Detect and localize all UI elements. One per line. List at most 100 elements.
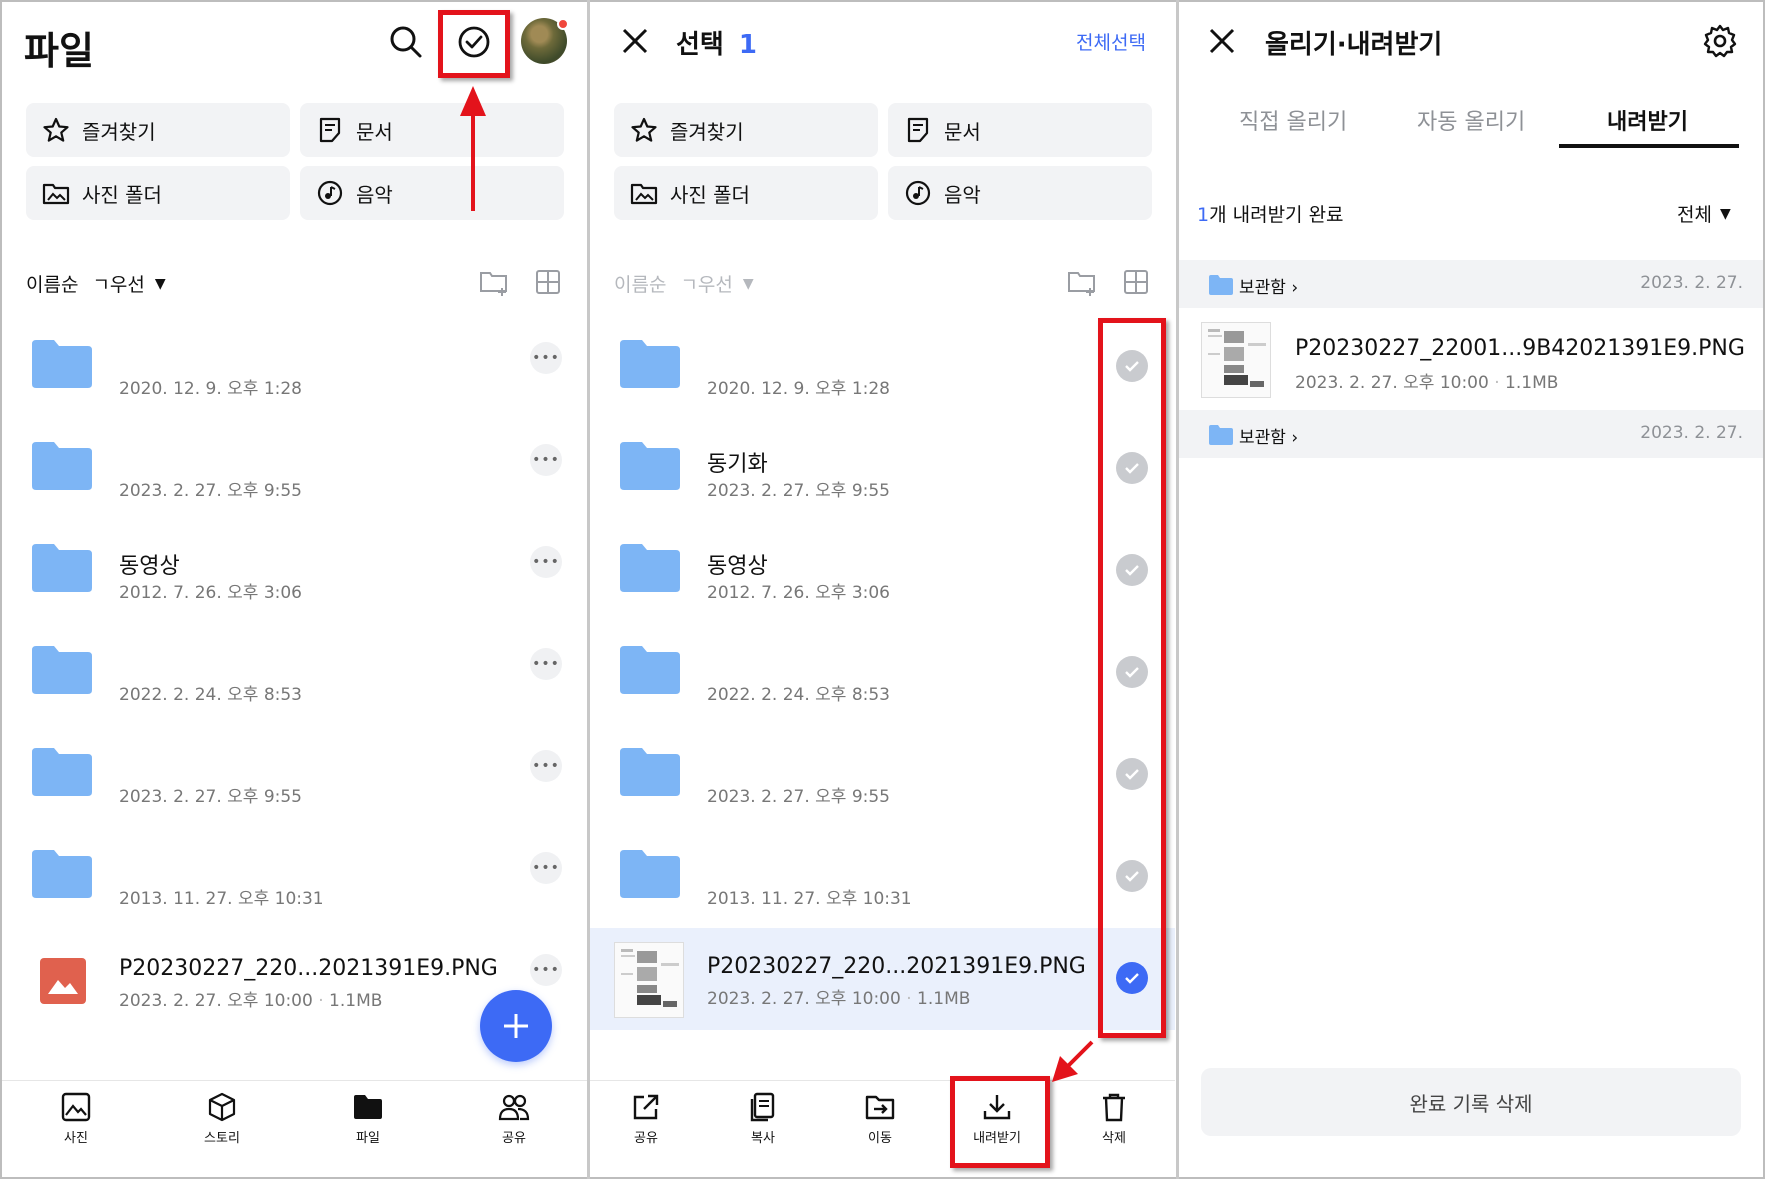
list-item[interactable]: 2020. 12. 9. 오후 1:28: [590, 318, 1175, 420]
folder-icon: [620, 442, 680, 490]
grid-view-icon: [1124, 270, 1148, 294]
close-icon[interactable]: [1205, 24, 1239, 58]
grid-view-icon[interactable]: [532, 266, 564, 298]
filter-dropdown[interactable]: 전체 ▼: [1677, 200, 1731, 227]
tab-auto-upload[interactable]: 자동 올리기: [1417, 104, 1525, 136]
caret-down-icon: ▼: [742, 275, 754, 292]
list-item[interactable]: 2013. 11. 27. 오후 10:31: [590, 828, 1175, 930]
tab-download[interactable]: 내려받기: [1607, 104, 1688, 136]
new-folder-icon[interactable]: [478, 266, 510, 298]
notification-dot: [557, 18, 569, 30]
tab-direct-upload[interactable]: 직접 올리기: [1239, 104, 1347, 136]
folder-filled-icon: [354, 1095, 382, 1119]
more-options-button[interactable]: •••: [530, 342, 562, 374]
list-item[interactable]: 동영상 2012. 7. 26. 오후 3:06 •••: [2, 522, 587, 624]
action-copy-label: 복사: [751, 1131, 775, 1146]
star-icon: [43, 117, 69, 142]
sort-control: 이름순 ㄱ우선 ▼: [614, 270, 754, 297]
item-date: 2023. 2. 27. 오후 10:00 · 1.1MB: [1295, 373, 1559, 393]
more-options-button[interactable]: •••: [530, 648, 562, 680]
list-item[interactable]: 2023. 2. 27. 오후 9:55 •••: [2, 420, 587, 522]
folder-icon: [620, 544, 680, 592]
quick-photo-folder-label: 사진 폴더: [82, 182, 162, 207]
sort-order-label: 이름순: [26, 274, 79, 296]
quick-music-label: 음악: [944, 182, 981, 207]
star-icon: [631, 117, 657, 142]
transfer-tabs: 직접 올리기 자동 올리기 내려받기: [1179, 92, 1763, 150]
action-delete[interactable]: 삭제: [1074, 1091, 1154, 1146]
more-options-button[interactable]: •••: [530, 444, 562, 476]
quick-documents-button[interactable]: 문서: [888, 103, 1152, 157]
item-name: 동영상: [119, 554, 180, 579]
document-icon: [907, 117, 929, 143]
select-all-button[interactable]: 전체선택: [1076, 28, 1146, 55]
more-options-button[interactable]: •••: [530, 954, 562, 986]
image-thumbnail: [614, 942, 684, 1018]
item-date: 2023. 2. 27. 오후 9:55: [119, 481, 302, 501]
clear-history-button[interactable]: 완료 기록 삭제: [1201, 1068, 1741, 1136]
item-date: 2023. 2. 27. 오후 10:00 · 1.1MB: [119, 991, 383, 1011]
quick-documents-button[interactable]: 문서: [300, 103, 564, 157]
filter-label: 전체: [1677, 204, 1712, 226]
nav-photos[interactable]: 사진: [36, 1091, 116, 1146]
group-header[interactable]: 보관함 › 2023. 2. 27.: [1179, 410, 1763, 458]
item-name: 동영상: [707, 554, 768, 579]
cube-icon: [208, 1092, 236, 1122]
item-name: 동기화: [707, 452, 768, 477]
highlight-box: [438, 10, 510, 78]
list-item[interactable]: 2022. 2. 24. 오후 8:53: [590, 624, 1175, 726]
quick-photo-folder-button[interactable]: 사진 폴더: [26, 166, 290, 220]
folder-icon: [620, 340, 680, 388]
quick-music-button[interactable]: 음악: [300, 166, 564, 220]
group-name: 보관함 ›: [1239, 278, 1299, 298]
quick-music-button[interactable]: 음악: [888, 166, 1152, 220]
bottom-nav: 사진 스토리 파일 공유: [2, 1080, 587, 1177]
action-share[interactable]: 공유: [606, 1091, 686, 1146]
sort-control[interactable]: 이름순 ㄱ우선 ▼: [26, 270, 166, 297]
list-item[interactable]: 2023. 2. 27. 오후 9:55 •••: [2, 726, 587, 828]
list-item[interactable]: 동기화 2023. 2. 27. 오후 9:55: [590, 420, 1175, 522]
list-item[interactable]: 동영상 2012. 7. 26. 오후 3:06: [590, 522, 1175, 624]
list-item-selected[interactable]: P20230227_220...2021391E9.PNG 2023. 2. 2…: [590, 928, 1175, 1030]
list-item[interactable]: 2022. 2. 24. 오후 8:53 •••: [2, 624, 587, 726]
more-options-button[interactable]: •••: [530, 852, 562, 884]
list-item[interactable]: 2013. 11. 27. 오후 10:31 •••: [2, 828, 587, 930]
list-item[interactable]: 2023. 2. 27. 오후 9:55: [590, 726, 1175, 828]
people-icon: [498, 1094, 530, 1121]
item-date: 2013. 11. 27. 오후 10:31: [707, 889, 912, 909]
folder-icon: [620, 646, 680, 694]
add-button[interactable]: [480, 990, 552, 1062]
page-title: 올리기·내려받기: [1265, 30, 1443, 60]
gear-icon[interactable]: [1701, 22, 1739, 60]
item-date: 2013. 11. 27. 오후 10:31: [119, 889, 324, 909]
search-icon[interactable]: [386, 22, 426, 62]
close-icon[interactable]: [618, 24, 652, 58]
nav-files-label: 파일: [356, 1131, 380, 1146]
nav-share[interactable]: 공유: [474, 1091, 554, 1146]
list-item[interactable]: 2020. 12. 9. 오후 1:28 •••: [2, 318, 587, 420]
select-panel: 선택 1 전체선택 즐겨찾기 문서 사진 폴더 음악 이름순 ㄱ우선 ▼ 202…: [590, 2, 1175, 1177]
more-options-button[interactable]: •••: [530, 546, 562, 578]
folder-icon: [32, 646, 92, 694]
quick-favorites-button[interactable]: 즐겨찾기: [26, 103, 290, 157]
action-copy[interactable]: 복사: [723, 1091, 803, 1146]
quick-favorites-label: 즐겨찾기: [82, 119, 156, 144]
selected-count: 1: [738, 30, 757, 60]
quick-favorites-button[interactable]: 즐겨찾기: [614, 103, 878, 157]
quick-photo-folder-button[interactable]: 사진 폴더: [614, 166, 878, 220]
nav-files[interactable]: 파일: [328, 1091, 408, 1146]
action-move[interactable]: 이동: [840, 1091, 920, 1146]
more-options-button[interactable]: •••: [530, 750, 562, 782]
action-delete-label: 삭제: [1102, 1131, 1126, 1146]
group-header[interactable]: 보관함 › 2023. 2. 27.: [1179, 260, 1763, 308]
download-item[interactable]: P20230227_22001...9B42021391E9.PNG 2023.…: [1179, 322, 1763, 410]
screenshot-thumbnail-icon: [1208, 329, 1266, 387]
nav-photos-label: 사진: [64, 1131, 88, 1146]
download-status: 1개 내려받기 완료: [1197, 200, 1344, 227]
folder-icon: [1209, 425, 1233, 445]
nav-story[interactable]: 스토리: [182, 1091, 262, 1146]
item-date: 2023. 2. 27. 오후 10:00 · 1.1MB: [707, 989, 971, 1009]
folder-icon: [32, 748, 92, 796]
quick-photo-folder-label: 사진 폴더: [670, 182, 750, 207]
item-date: 2012. 7. 26. 오후 3:06: [119, 583, 302, 603]
